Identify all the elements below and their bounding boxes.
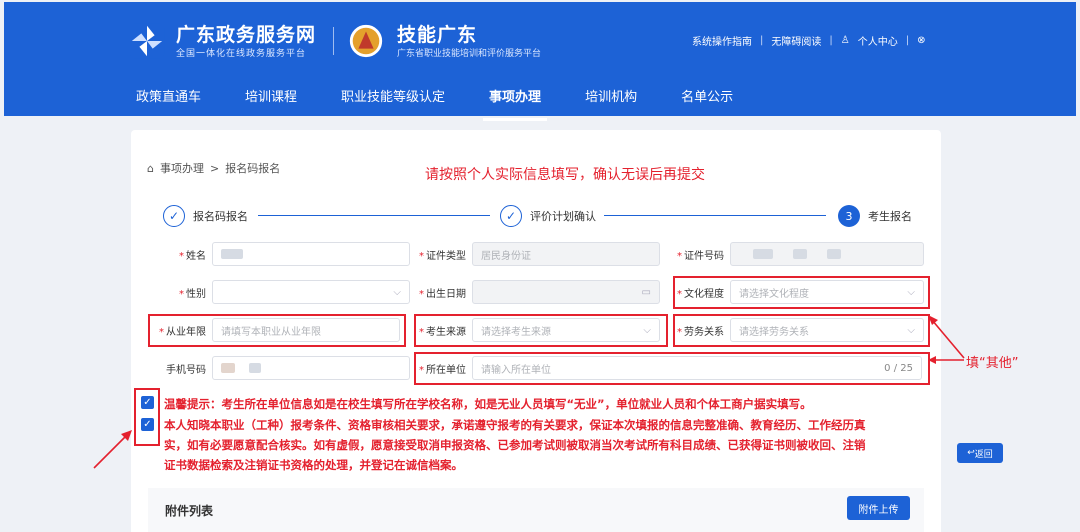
id-type-select[interactable]: 居民身份证 <box>472 242 660 266</box>
tip-line-1: 温馨提示：考生所在单位信息如是在校生填写所在学校名称，如是无业人员填写“无业”，… <box>164 397 812 411</box>
step-line-2 <box>604 215 826 216</box>
breadcrumb-current: 报名码报名 <box>225 162 281 175</box>
gender-field: * 性别 ⌵ <box>150 280 410 304</box>
years-highlight <box>148 314 406 347</box>
checkbox-arrow-icon <box>93 430 132 469</box>
nav-certification[interactable]: 职业技能等级认定 <box>341 86 445 119</box>
name-input[interactable] <box>212 242 410 266</box>
breadcrumb-root[interactable]: 事项办理 <box>160 160 204 176</box>
step-1: ✓ 报名码报名 <box>163 205 248 227</box>
step-2: ✓ 评价计划确认 <box>500 205 596 227</box>
skills-guangdong-logo-icon <box>347 22 385 60</box>
step-line-1 <box>258 215 490 216</box>
brand2-subtitle: 广东省职业技能培训和评价服务平台 <box>397 49 542 59</box>
brand1-title: 广东政务服务网 <box>176 24 317 46</box>
fill-other-annotation: 填“其他” <box>966 356 1019 371</box>
return-icon: ↩ <box>967 448 975 458</box>
step-number: 3 <box>838 205 860 227</box>
chevron-down-icon: ⌵ <box>393 286 401 298</box>
header-divider <box>333 27 334 55</box>
back-button[interactable]: ↩ 返回 <box>957 443 1003 463</box>
name-field: * 姓名 <box>150 242 410 266</box>
main-nav: 政策直通车 培训课程 职业技能等级认定 事项办理 培训机构 名单公示 <box>136 86 777 121</box>
birth-field: * 出生日期 ▭ <box>410 280 660 304</box>
govservice-logo-icon <box>129 23 165 59</box>
logout-icon[interactable]: ⊗ <box>917 35 925 46</box>
nav-policy[interactable]: 政策直通车 <box>136 86 201 119</box>
gender-select[interactable]: ⌵ <box>212 280 410 304</box>
nav-lists[interactable]: 名单公示 <box>681 86 733 119</box>
brand1-subtitle: 全国一体化在线政务服务平台 <box>176 49 307 59</box>
step-3: 3 考生报名 <box>838 205 912 227</box>
instruction-notice: 请按照个人实际信息填写，确认无误后再提交 <box>425 167 705 183</box>
tip-line-4: 证书数据检索及注销证书资格的处理，并登记在诚信档案。 <box>164 458 463 472</box>
education-highlight <box>673 276 930 309</box>
nav-courses[interactable]: 培训课程 <box>245 86 297 119</box>
id-number-field: * 证件号码 <box>666 242 924 266</box>
tip-line-3: 实，如有必要愿意配合核实。如有虚假，愿意接受取消申报资格、已参加考试则被取消当次… <box>164 438 866 452</box>
unit-highlight <box>414 352 930 385</box>
tip-checkbox-2[interactable]: ✓ <box>141 418 154 431</box>
tip-line-2: 本人知晓本职业（工种）报考条件、资格审核相关要求，承诺遵守报考的有关要求，保证本… <box>164 418 866 432</box>
nav-institutions[interactable]: 培训机构 <box>585 86 637 119</box>
check-icon: ✓ <box>500 205 522 227</box>
nav-affairs[interactable]: 事项办理 <box>483 86 548 121</box>
tip-checkbox-1[interactable]: ✓ <box>141 396 154 409</box>
accessibility-link[interactable]: 无障碍阅读 <box>771 33 821 48</box>
labor-highlight <box>673 314 930 347</box>
id-type-field: * 证件类型 居民身份证 <box>410 242 660 266</box>
brand2-title: 技能广东 <box>397 24 478 46</box>
breadcrumb: ⌂ 事项办理 > 报名码报名 <box>147 160 281 176</box>
attachments-panel <box>148 488 924 532</box>
annotation-arrows-icon <box>928 315 965 364</box>
personal-center-link[interactable]: 个人中心 <box>858 33 898 48</box>
upload-attachment-button[interactable]: 附件上传 <box>847 496 910 520</box>
check-icon: ✓ <box>163 205 185 227</box>
phone-field: 手机号码 <box>150 356 410 380</box>
birth-date-input[interactable]: ▭ <box>472 280 660 304</box>
guide-link[interactable]: 系统操作指南 <box>692 33 752 48</box>
home-icon[interactable]: ⌂ <box>147 162 154 175</box>
attachments-title: 附件列表 <box>165 504 214 518</box>
id-number-input[interactable] <box>730 242 924 266</box>
user-icon: ♙ <box>840 35 850 46</box>
source-highlight <box>414 314 668 347</box>
calendar-icon: ▭ <box>641 286 651 298</box>
top-links: 系统操作指南 | 无障碍阅读 | ♙ 个人中心 | ⊗ <box>692 33 926 48</box>
phone-input[interactable] <box>212 356 410 380</box>
